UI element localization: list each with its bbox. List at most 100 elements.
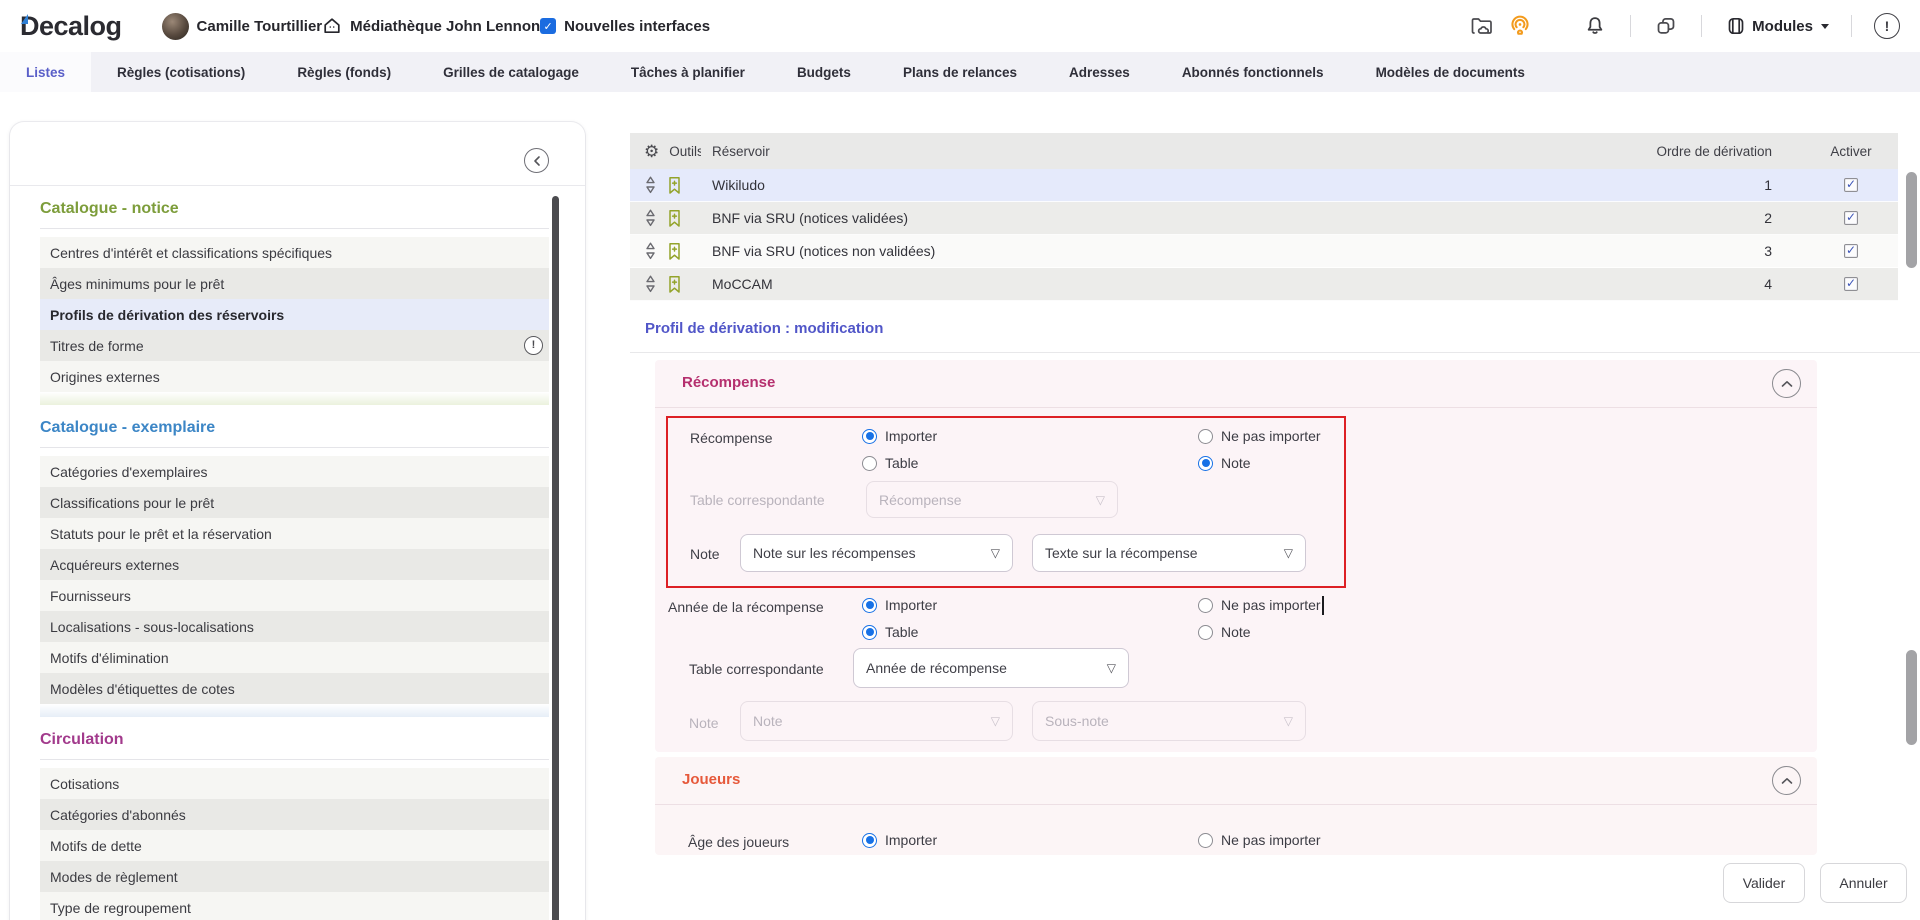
recompense-table-dropdown[interactable]: Récompense ▽	[866, 481, 1118, 518]
broadcast-icon[interactable]	[1508, 14, 1532, 38]
radio-age-importer[interactable]: Importer	[862, 832, 937, 848]
bookmark-plus-icon[interactable]	[667, 242, 682, 261]
radio-icon[interactable]	[862, 429, 877, 444]
info-icon[interactable]: !	[1874, 13, 1900, 39]
new-interfaces-checkbox[interactable]: ✓	[540, 18, 556, 34]
radio-icon[interactable]	[1198, 456, 1213, 471]
activate-cell: ✓	[1790, 277, 1898, 291]
sidebar-scrollbar[interactable]	[552, 196, 559, 920]
collapse-sidebar-button[interactable]	[524, 148, 549, 173]
activate-checkbox[interactable]: ✓	[1844, 244, 1858, 258]
tab-r-gles-cotisations-[interactable]: Règles (cotisations)	[91, 52, 271, 92]
bookmark-plus-icon[interactable]	[667, 209, 682, 228]
section-strip	[40, 704, 549, 717]
table-scrollbar[interactable]	[1906, 172, 1917, 268]
sidebar-item[interactable]: Origines externes	[40, 361, 549, 392]
sidebar-item[interactable]: Catégories d'abonnés	[40, 799, 549, 830]
library-menu[interactable]: Médiathèque John Lennon	[322, 16, 540, 36]
notifications-bell-icon[interactable]	[1584, 15, 1606, 37]
new-interfaces-toggle[interactable]: ✓ Nouvelles interfaces	[540, 18, 710, 35]
activate-checkbox[interactable]: ✓	[1844, 178, 1858, 192]
sidebar-item[interactable]: Âges minimums pour le prêt	[40, 268, 549, 299]
radio-age-ne-pas-importer[interactable]: Ne pas importer	[1198, 832, 1321, 848]
radio-annee-ne-pas-importer[interactable]: Ne pas importer	[1198, 597, 1321, 613]
radio-icon[interactable]	[1198, 598, 1213, 613]
radio-recompense-table[interactable]: Table	[862, 455, 918, 471]
dropdown-arrow-icon: ▽	[1096, 493, 1105, 507]
recompense-note-dropdown-1[interactable]: Note sur les récompenses ▽	[740, 534, 1013, 572]
sidebar-item[interactable]: Titres de forme!	[40, 330, 549, 361]
radio-recompense-note[interactable]: Note	[1198, 455, 1251, 471]
radio-icon[interactable]	[862, 456, 877, 471]
warning-icon: !	[524, 336, 543, 355]
tab-listes[interactable]: Listes	[0, 52, 91, 92]
recompense-note-dropdown-2[interactable]: Texte sur la récompense ▽	[1032, 534, 1306, 572]
sidebar-item[interactable]: Acquéreurs externes	[40, 549, 549, 580]
radio-icon[interactable]	[1198, 429, 1213, 444]
annee-note-dropdown-1[interactable]: Note ▽	[740, 701, 1013, 741]
sidebar-item[interactable]: Cotisations	[40, 768, 549, 799]
sidebar-item[interactable]: Localisations - sous-localisations	[40, 611, 549, 642]
sidebar-item[interactable]: Type de regroupement	[40, 892, 549, 920]
sidebar-item[interactable]: Motifs d'élimination	[40, 642, 549, 673]
tab-r-gles-fonds-[interactable]: Règles (fonds)	[271, 52, 417, 92]
modules-button[interactable]: Modules	[1726, 16, 1829, 36]
radio-icon[interactable]	[862, 598, 877, 613]
radio-recompense-importer[interactable]: Importer	[862, 428, 937, 444]
radio-icon[interactable]	[1198, 625, 1213, 640]
folder-cloud-icon[interactable]	[1470, 15, 1494, 37]
row-tools	[630, 208, 712, 228]
tab-plans-de-relances[interactable]: Plans de relances	[877, 52, 1043, 92]
bookmark-plus-icon[interactable]	[667, 275, 682, 294]
tab-abonn-s-fonctionnels[interactable]: Abonnés fonctionnels	[1156, 52, 1350, 92]
validate-button[interactable]: Valider	[1723, 863, 1805, 903]
reorder-icon[interactable]	[644, 175, 657, 195]
collapse-recompense-button[interactable]	[1772, 369, 1801, 398]
table-row[interactable]: BNF via SRU (notices validées)2✓	[630, 202, 1898, 235]
radio-annee-table[interactable]: Table	[862, 624, 918, 640]
tab-t-ches-planifier[interactable]: Tâches à planifier	[605, 52, 771, 92]
dropdown-value: Année de récompense	[866, 660, 1007, 676]
decalog-logo[interactable]: Decalog	[20, 11, 122, 42]
table-row[interactable]: BNF via SRU (notices non validées)3✓	[630, 235, 1898, 268]
sidebar-item[interactable]: Modes de règlement	[40, 861, 549, 892]
tab-adresses[interactable]: Adresses	[1043, 52, 1156, 92]
sidebar-item[interactable]: Modèles d'étiquettes de cotes	[40, 673, 549, 704]
tab-mod-les-de-documents[interactable]: Modèles de documents	[1350, 52, 1551, 92]
radio-annee-importer[interactable]: Importer	[862, 597, 937, 613]
cancel-button[interactable]: Annuler	[1820, 863, 1907, 903]
activate-checkbox[interactable]: ✓	[1844, 211, 1858, 225]
sidebar-item[interactable]: Centres d'intérêt et classifications spé…	[40, 237, 549, 268]
sidebar-item[interactable]: Fournisseurs	[40, 580, 549, 611]
page-scrollbar[interactable]	[1906, 650, 1917, 745]
annee-note-dropdown-2[interactable]: Sous-note ▽	[1032, 701, 1306, 741]
section-strip	[40, 392, 549, 405]
radio-icon[interactable]	[862, 625, 877, 640]
sidebar-item-label: Modes de règlement	[50, 869, 549, 885]
tab-budgets[interactable]: Budgets	[771, 52, 877, 92]
check-icon: ✓	[1846, 243, 1856, 257]
annee-table-dropdown[interactable]: Année de récompense ▽	[853, 648, 1129, 688]
reorder-icon[interactable]	[644, 241, 657, 261]
radio-recompense-ne-pas-importer[interactable]: Ne pas importer	[1198, 428, 1321, 444]
sidebar-item[interactable]: Profils de dérivation des réservoirs	[40, 299, 549, 330]
user-menu[interactable]: Camille Tourtillier	[162, 13, 323, 40]
sidebar-item[interactable]: Catégories d'exemplaires	[40, 456, 549, 487]
table-row[interactable]: MoCCAM4✓	[630, 268, 1898, 301]
activate-checkbox[interactable]: ✓	[1844, 277, 1858, 291]
gear-icon[interactable]: ⚙	[644, 143, 659, 160]
sidebar-item[interactable]: Motifs de dette	[40, 830, 549, 861]
copy-icon[interactable]	[1655, 15, 1677, 37]
reorder-icon[interactable]	[644, 208, 657, 228]
reorder-icon[interactable]	[644, 274, 657, 294]
radio-icon[interactable]	[1198, 833, 1213, 848]
radio-annee-note[interactable]: Note	[1198, 624, 1251, 640]
table-row[interactable]: Wikiludo1✓	[630, 169, 1898, 202]
bookmark-plus-icon[interactable]	[667, 176, 682, 195]
sidebar-item[interactable]: Statuts pour le prêt et la réservation	[40, 518, 549, 549]
tab-grilles-de-catalogage[interactable]: Grilles de catalogage	[417, 52, 605, 92]
sidebar-item[interactable]: Classifications pour le prêt	[40, 487, 549, 518]
row-tools	[630, 274, 712, 294]
collapse-joueurs-button[interactable]	[1772, 766, 1801, 795]
radio-icon[interactable]	[862, 833, 877, 848]
